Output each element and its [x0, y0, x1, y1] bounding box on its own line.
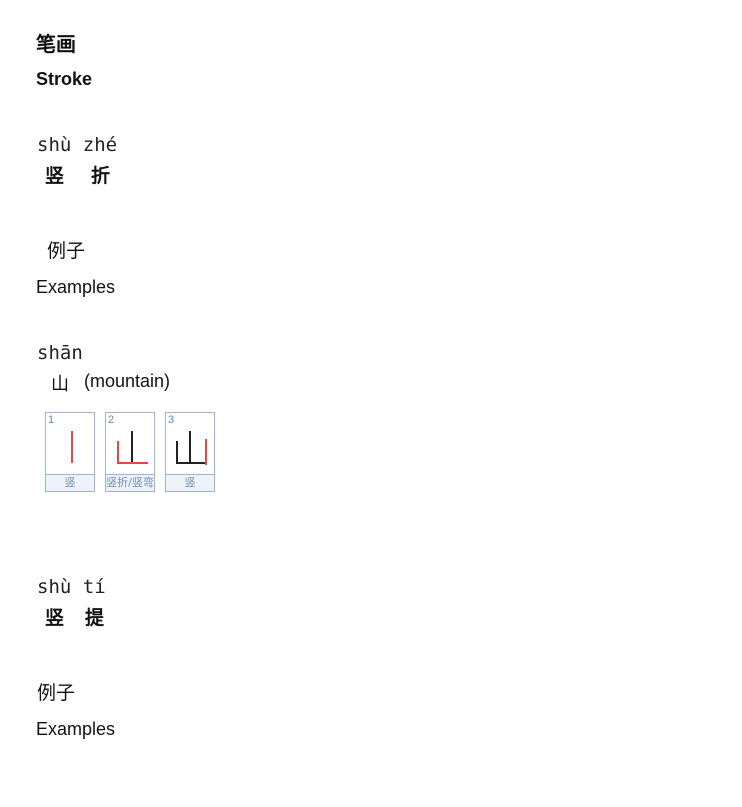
stroke-order-label: 竖 [46, 474, 94, 491]
example-pinyin-shan: shān [37, 342, 83, 364]
stroke-char-shu-2: 竖 [45, 607, 65, 629]
stroke-pinyin-shu-zhe: shù zhé [37, 134, 118, 156]
stroke-pinyin-shu-ti: shù tí [37, 576, 106, 598]
stroke-order-glyph-1 [71, 431, 73, 463]
heading-stroke-en: Stroke [36, 69, 93, 89]
heading-examples-cn: 例子 [47, 240, 86, 262]
stroke-order-card-1: 1 竖 [45, 412, 95, 492]
heading-examples-en-2: Examples [36, 719, 116, 739]
stroke-order-card-2: 2 竖折/竖弯 [105, 412, 155, 492]
example-meaning: (mountain) [84, 371, 171, 391]
stroke-order-diagram: 1 竖 2 竖折/竖弯 3 竖 [45, 412, 215, 492]
stroke-order-card-3: 3 竖 [165, 412, 215, 492]
heading-examples-en: Examples [36, 277, 116, 297]
heading-examples-cn-2: 例子 [37, 682, 76, 704]
stroke-order-glyph-3 [176, 431, 207, 465]
stroke-char-ti: 提 [85, 607, 105, 629]
heading-stroke-cn: 笔画 [36, 32, 76, 56]
stroke-char-zhe: 折 [91, 165, 111, 187]
stroke-order-label: 竖 [166, 474, 214, 491]
stroke-char-shu: 竖 [45, 165, 65, 187]
stroke-order-glyph-2 [117, 431, 148, 464]
example-character-shan: 山 [51, 374, 69, 395]
stroke-order-label: 竖折/竖弯 [106, 474, 154, 491]
